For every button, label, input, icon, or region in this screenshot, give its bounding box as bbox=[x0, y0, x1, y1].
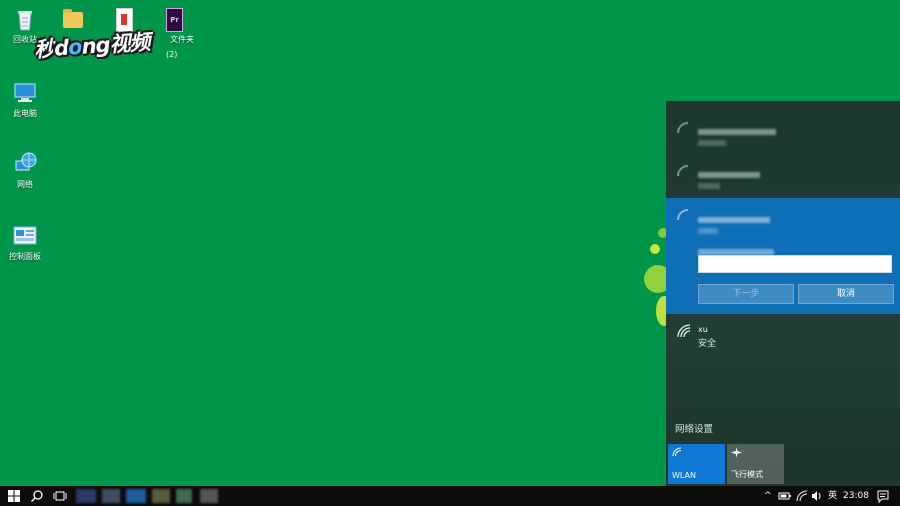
battery-icon[interactable] bbox=[778, 489, 792, 503]
action-center-icon[interactable] bbox=[876, 489, 890, 503]
wlan-tile[interactable]: WLAN bbox=[668, 444, 725, 484]
network-name-xu[interactable]: xu bbox=[698, 325, 708, 334]
network-status-secured: 安全 bbox=[698, 339, 717, 349]
next-button[interactable]: 下一步 bbox=[698, 284, 794, 304]
wifi-icon bbox=[672, 447, 682, 457]
selected-network-panel: 下一步 取消 bbox=[666, 198, 900, 314]
taskbar-app-icon[interactable] bbox=[76, 489, 96, 503]
input-method-indicator[interactable]: 英 bbox=[828, 489, 837, 503]
desktop-icon-label: 文件夹 bbox=[170, 35, 194, 44]
windows-start-icon[interactable] bbox=[7, 489, 21, 503]
taskbar-app-icon[interactable] bbox=[102, 489, 120, 503]
desktop-icon-label: 网络 bbox=[17, 180, 33, 189]
taskbar-app-icon[interactable] bbox=[152, 489, 170, 503]
folder-icon bbox=[60, 6, 86, 32]
volume-icon[interactable] bbox=[810, 489, 824, 503]
control-panel-icon bbox=[12, 223, 38, 249]
premiere-file-icon: Pr bbox=[160, 6, 186, 32]
desktop-icon-premiere-folder[interactable]: Pr 文件夹 bbox=[146, 6, 200, 45]
desktop-icon-label: 此电脑 bbox=[13, 109, 37, 118]
taskbar-app-icon[interactable] bbox=[176, 489, 192, 503]
blurred-network-status bbox=[698, 220, 718, 239]
desktop-icon-control-panel[interactable]: 控制面板 bbox=[0, 223, 52, 262]
wallpaper-decoration bbox=[650, 244, 660, 254]
password-input[interactable] bbox=[698, 255, 892, 273]
show-hidden-icons-chevron-icon[interactable]: ^ bbox=[764, 489, 772, 503]
computer-icon bbox=[12, 80, 38, 106]
cancel-button[interactable]: 取消 bbox=[798, 284, 894, 304]
taskbar: ^ 英 23:08 bbox=[0, 486, 900, 506]
taskbar-app-icon[interactable] bbox=[200, 489, 218, 503]
desktop-icon-sublabel: (2) bbox=[166, 50, 178, 59]
airplane-icon bbox=[731, 447, 742, 458]
wifi-signal-icon bbox=[677, 209, 689, 221]
wifi-secured-icon bbox=[677, 324, 691, 338]
wifi-signal-icon bbox=[677, 122, 689, 134]
desktop-icon-network[interactable]: 网络 bbox=[0, 151, 52, 190]
blurred-network-status bbox=[698, 175, 720, 194]
network-globe-icon bbox=[12, 151, 38, 177]
recycle-bin-icon bbox=[12, 6, 38, 32]
desktop-icon-this-pc[interactable]: 此电脑 bbox=[0, 80, 52, 119]
wlan-tile-label: WLAN bbox=[672, 471, 697, 480]
task-view-icon[interactable] bbox=[53, 489, 67, 503]
network-settings-link[interactable]: 网络设置 bbox=[675, 421, 713, 435]
blurred-network-status bbox=[698, 132, 726, 151]
desktop-icon-label: 控制面板 bbox=[9, 252, 41, 261]
airplane-mode-label: 飞行模式 bbox=[731, 470, 763, 479]
airplane-mode-tile[interactable]: 飞行模式 bbox=[727, 444, 784, 484]
taskbar-app-icon[interactable] bbox=[126, 489, 146, 503]
search-icon[interactable] bbox=[30, 489, 44, 503]
network-wifi-tray-icon[interactable] bbox=[795, 489, 809, 503]
wifi-signal-icon bbox=[677, 165, 689, 177]
clock[interactable]: 23:08 bbox=[843, 489, 869, 503]
